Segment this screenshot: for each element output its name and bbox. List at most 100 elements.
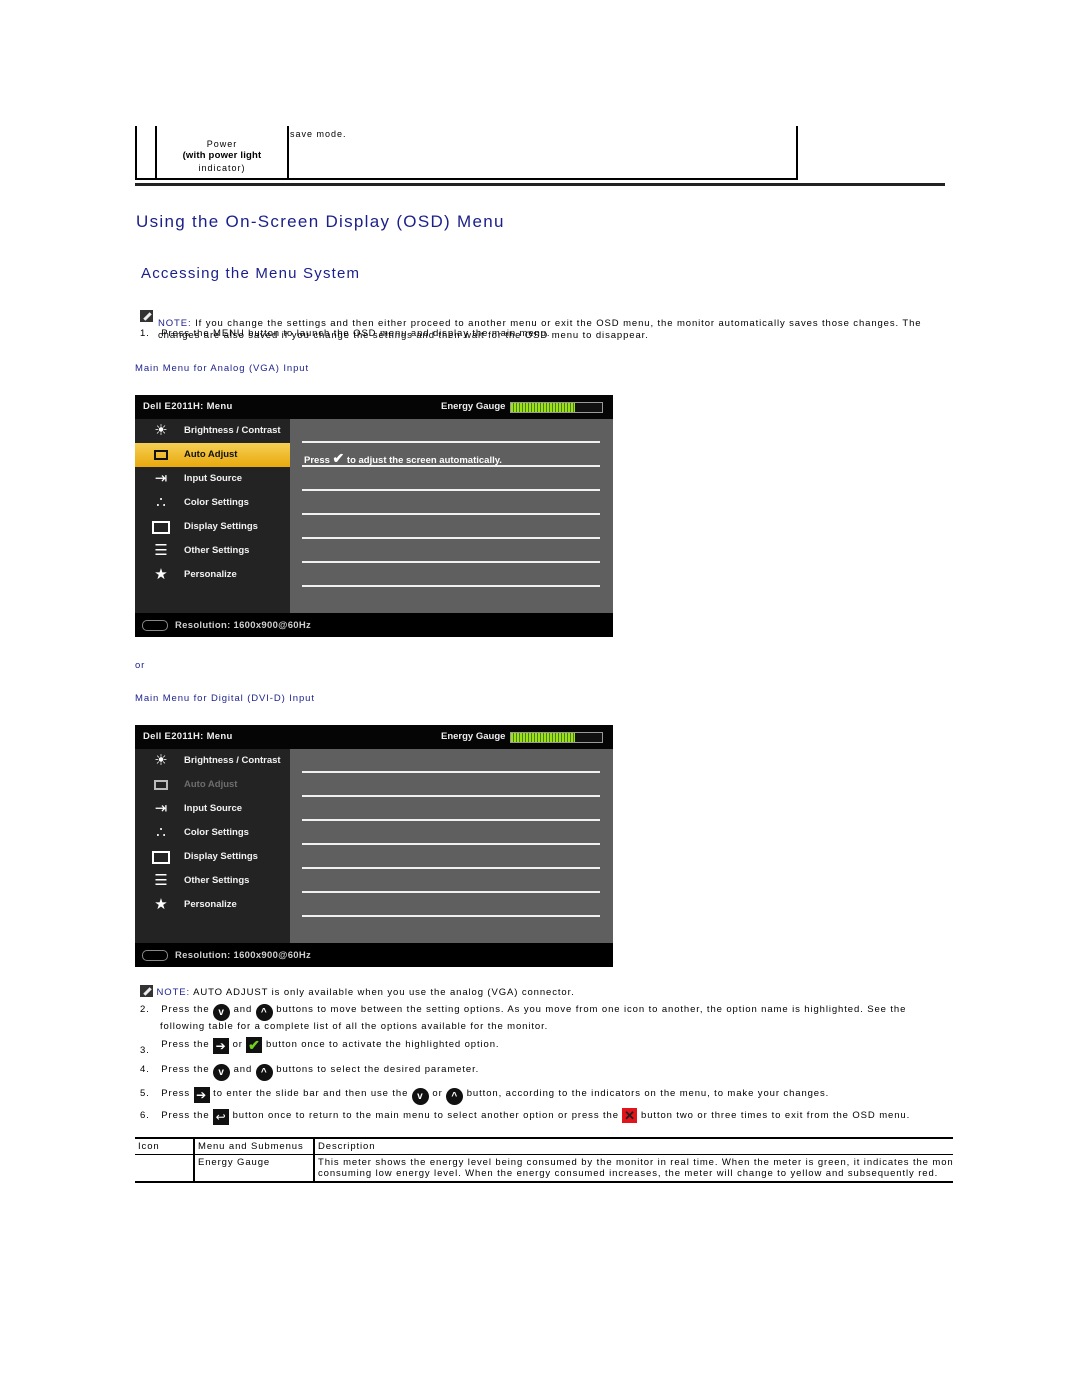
osd-menu-digital: Dell E2011H: Menu Energy Gauge ☀ Brightne… [135,725,613,967]
item-label: Personalize [184,569,237,580]
osd-content: Press ✔ to adjust the screen automatical… [290,419,613,613]
star-icon: ★ [154,566,168,583]
description-line: consuming low energy level. When the ene… [318,1168,939,1179]
vga-connector-icon [142,620,168,631]
indicator-label: indicator) [198,163,246,173]
note-label: NOTE: [156,987,191,998]
osd-item-personalize[interactable]: ★ Personalize [135,893,290,917]
item-label: Auto Adjust [184,779,238,790]
osd-title: Dell E2011H: Menu [143,731,233,742]
subsection-title: Accessing the Menu System [141,265,361,282]
energy-gauge-label: Energy Gauge [441,401,506,412]
star-icon: ★ [154,896,168,913]
header-menu: Menu and Submenus [193,1139,314,1155]
osd-item-display-settings[interactable]: Display Settings [135,515,290,539]
other-settings-icon: ☰ [154,872,168,889]
down-button-icon: v [411,1088,429,1105]
input-source-icon: ⇥ [154,800,168,817]
step-4: 4. Press the v and ^ buttons to select t… [140,1064,479,1081]
item-label: Other Settings [184,875,250,886]
up-button-icon: ^ [255,1064,273,1081]
note-pencil-icon [140,310,153,322]
power-cell: Power (with power light indicator) [157,138,287,174]
note-pencil-icon [140,985,153,997]
back-button-icon: ↩ [213,1109,230,1125]
description-line: This meter shows the energy level being … [318,1157,953,1168]
osd-item-brightness[interactable]: ☀ Brightness / Contrast [135,749,290,773]
item-label: Brightness / Contrast [184,425,281,436]
brightness-icon: ☀ [154,422,168,439]
item-label: Input Source [184,473,243,484]
up-button-icon: ^ [255,1004,273,1021]
down-button-icon: v [213,1064,231,1081]
osd-item-auto-adjust: Auto Adjust [135,773,290,797]
color-settings-icon: ∴ [156,824,166,841]
item-label: Personalize [184,899,237,910]
step-1: 1. Press the MENU button to launch the O… [140,328,550,340]
check-button-icon: ✔ [246,1037,263,1053]
osd-item-brightness[interactable]: ☀ Brightness / Contrast [135,419,290,443]
power-label: Power [206,139,238,149]
resolution-text: Resolution: 1600x900@60Hz [175,950,312,961]
osd-menu-analog: Dell E2011H: Menu Energy Gauge ☀ Brightne… [135,395,613,637]
osd-sidebar: ☀ Brightness / Contrast Auto Adjust ⇥ Inpu… [135,749,290,943]
display-settings-icon [151,519,171,535]
item-label: Color Settings [184,827,249,838]
cell-icon [135,1155,194,1182]
check-icon: ✔ [332,450,345,466]
section-title: Using the On-Screen Display (OSD) Menu [136,212,505,231]
display-settings-icon [151,849,171,865]
caption-digital: Main Menu for Digital (DVI-D) Input [135,693,315,704]
osd-item-input-source[interactable]: ⇥ Input Source [135,797,290,821]
item-label: Input Source [184,803,243,814]
step-2: 2. Press the v and ^ buttons to move bet… [140,1004,907,1032]
down-button-icon: v [213,1004,231,1021]
energy-gauge [510,402,603,413]
osd-item-auto-adjust[interactable]: Auto Adjust [135,443,290,467]
item-label: Display Settings [184,851,258,862]
header-description: Description [313,1139,953,1155]
table-row: Energy Gauge This meter shows the energy… [135,1154,953,1182]
osd-item-other-settings[interactable]: ☰ Other Settings [135,539,290,563]
osd-sidebar: ☀ Brightness / Contrast Auto Adjust ⇥ Inpu… [135,419,290,613]
note-auto-adjust: NOTE: AUTO ADJUST is only available when… [140,985,575,999]
cell-menu: Energy Gauge [193,1154,314,1181]
note-text: AUTO ADJUST is only available when you u… [190,987,575,998]
osd-title: Dell E2011H: Menu [143,401,233,412]
item-label: Brightness / Contrast [184,755,281,766]
osd-header: Dell E2011H: Menu Energy Gauge [135,725,613,749]
options-table: Icon Menu and Submenus Description Energ… [135,1137,953,1183]
osd-item-color-settings[interactable]: ∴ Color Settings [135,491,290,515]
osd-item-input-source[interactable]: ⇥ Input Source [135,467,290,491]
color-settings-icon: ∴ [156,494,166,511]
save-mode-text: save mode. [290,129,347,139]
item-label: Display Settings [184,521,258,532]
osd-footer: Resolution: 1600x900@60Hz [135,613,613,637]
section-divider [135,183,945,186]
step-3: 3. Press the ➔ or ✔ button once to activ… [140,1037,500,1056]
exit-button-icon: ✕ [622,1108,638,1123]
item-label: Color Settings [184,497,249,508]
osd-content [290,749,613,943]
energy-gauge-fill [511,403,575,412]
osd-item-other-settings[interactable]: ☰ Other Settings [135,869,290,893]
energy-gauge-label: Energy Gauge [441,731,506,742]
osd-item-color-settings[interactable]: ∴ Color Settings [135,821,290,845]
cell-description: This meter shows the energy level being … [313,1154,953,1181]
osd-item-display-settings[interactable]: Display Settings [135,845,290,869]
right-arrow-button-icon: ➔ [213,1038,230,1054]
dvi-connector-icon [142,950,168,961]
power-table-fragment: Power (with power light indicator) save … [135,126,798,180]
step-6: 6. Press the ↩ button once to return to … [140,1108,911,1125]
osd-header: Dell E2011H: Menu Energy Gauge [135,395,613,419]
item-label: Other Settings [184,545,250,556]
energy-gauge [510,732,603,743]
auto-adjust-icon [151,777,171,793]
right-arrow-button-icon: ➔ [193,1087,210,1103]
input-source-icon: ⇥ [154,470,168,487]
step-number: 1. [140,328,150,339]
energy-gauge-fill [511,733,575,742]
up-button-icon: ^ [446,1088,464,1105]
header-icon: Icon [135,1139,194,1155]
osd-item-personalize[interactable]: ★ Personalize [135,563,290,587]
